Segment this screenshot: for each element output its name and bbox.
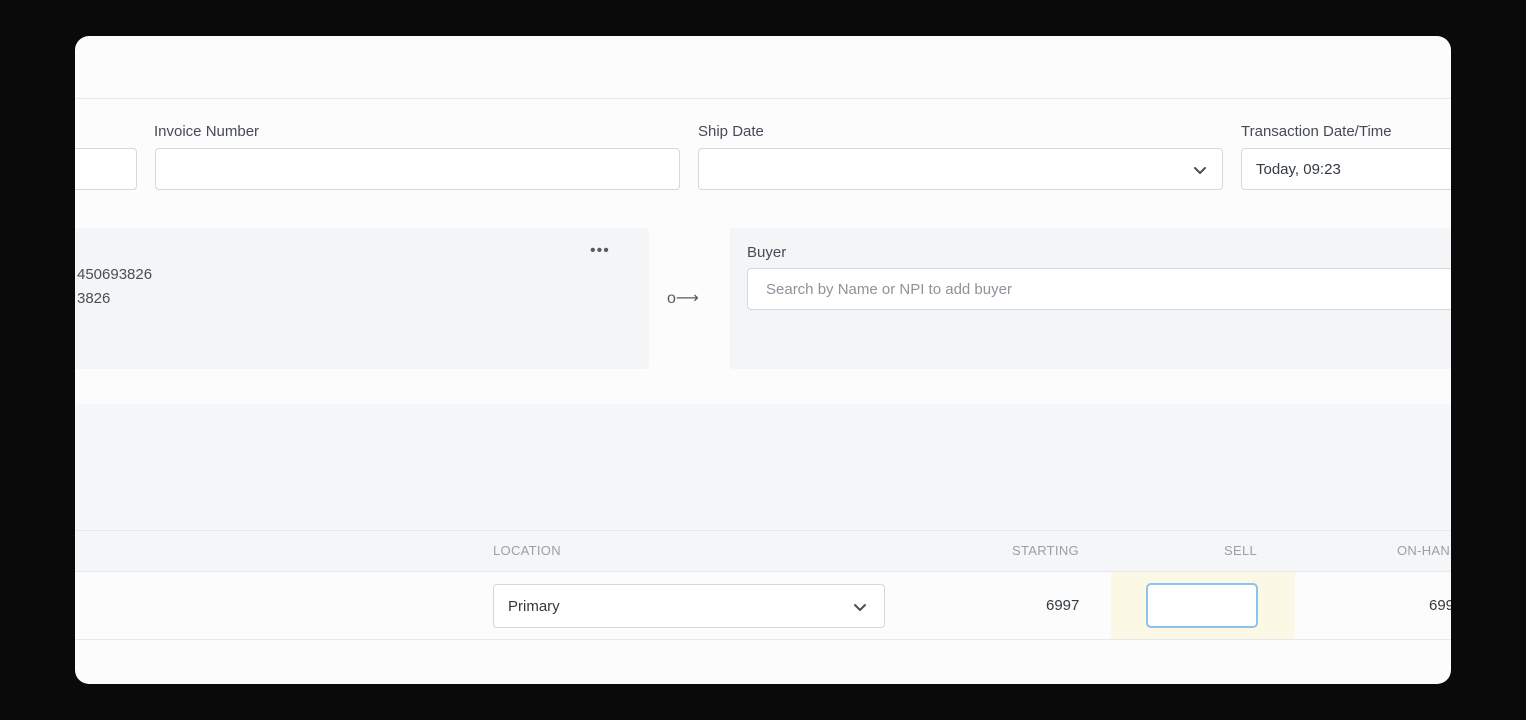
transaction-datetime-label: Transaction Date/Time xyxy=(1241,123,1392,140)
invoice-number-label: Invoice Number xyxy=(154,123,260,140)
column-on-hand: ON-HAN xyxy=(1397,543,1451,558)
invoice-number-field[interactable] xyxy=(155,148,680,190)
column-sell: SELL xyxy=(1224,543,1258,558)
transaction-datetime-value: Today, 09:23 xyxy=(1256,161,1341,178)
left-partial-field[interactable] xyxy=(75,148,137,190)
sell-quantity-input[interactable] xyxy=(1146,583,1258,628)
on-hand-value: 699 xyxy=(1429,597,1451,614)
ship-date-label: Ship Date xyxy=(698,123,764,140)
arrow-right-icon: o⟶ xyxy=(667,290,699,307)
column-starting: STARTING xyxy=(1012,543,1079,558)
transaction-datetime-field[interactable]: Today, 09:23 xyxy=(1241,148,1451,190)
column-location: LOCATION xyxy=(493,543,561,558)
starting-value: 6997 xyxy=(1046,597,1080,614)
seller-card: 450693826 3826 ••• xyxy=(75,228,649,369)
more-options-button[interactable]: ••• xyxy=(590,242,610,260)
location-select[interactable]: Primary xyxy=(493,584,885,628)
buyer-card: Buyer Search by Name or NPI to add buyer xyxy=(730,228,1451,369)
seller-id-line-short: 3826 xyxy=(77,290,111,307)
chevron-down-icon xyxy=(854,604,866,611)
ship-date-select[interactable] xyxy=(698,148,1223,190)
buyer-search-placeholder: Search by Name or NPI to add buyer xyxy=(766,281,1012,298)
location-value: Primary xyxy=(508,598,560,615)
items-section-header xyxy=(75,404,1451,530)
chevron-down-icon xyxy=(1194,167,1206,174)
app-window: Invoice Number Ship Date Transaction Dat… xyxy=(75,36,1451,684)
buyer-label: Buyer xyxy=(747,244,787,261)
header-divider xyxy=(75,98,1451,99)
buyer-search-input[interactable]: Search by Name or NPI to add buyer xyxy=(747,268,1451,310)
seller-id-line: 450693826 xyxy=(77,266,153,283)
